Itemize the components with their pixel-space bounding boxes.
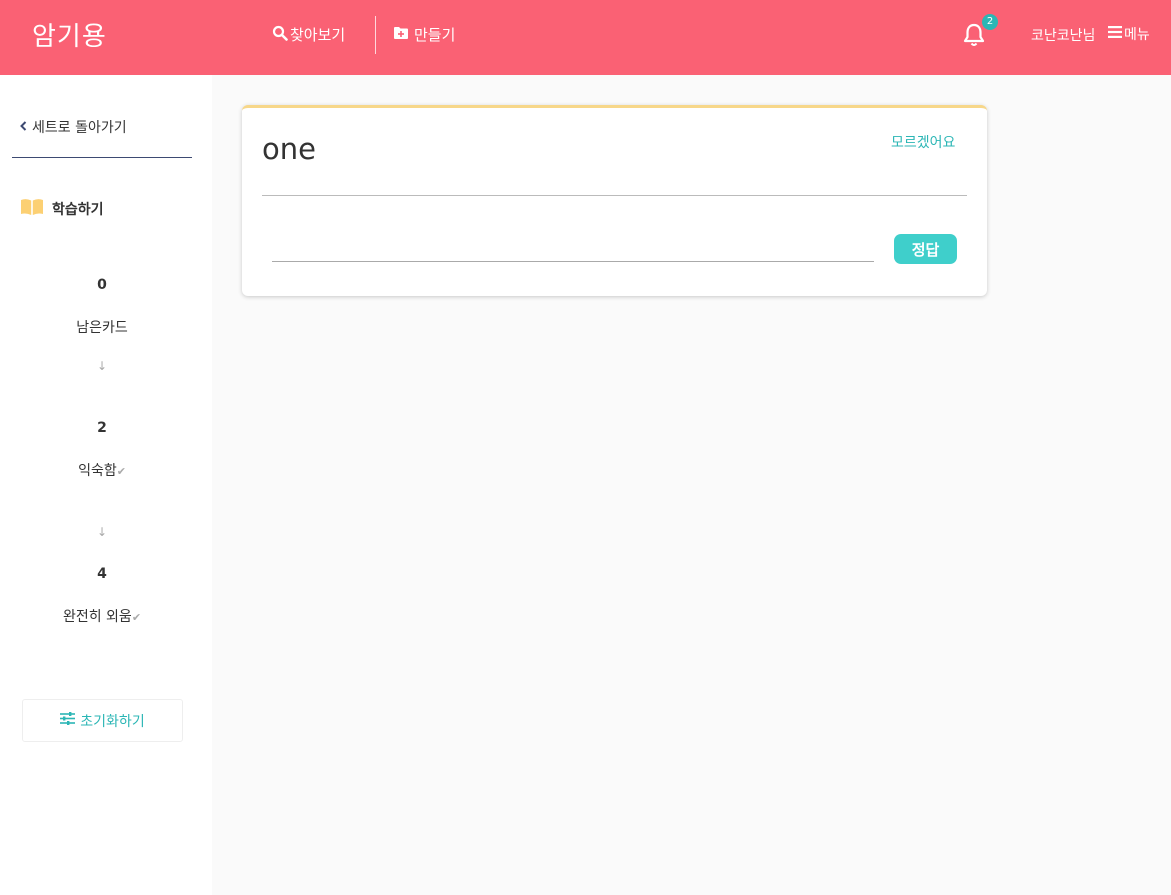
menu-button[interactable]: 메뉴	[1108, 24, 1150, 44]
answer-button[interactable]: 정답	[894, 234, 957, 264]
menu-label: 메뉴	[1124, 27, 1150, 43]
arrow-down-icon: ↓	[96, 359, 108, 373]
memorized-count: 4	[97, 566, 107, 582]
logo[interactable]: 암기용	[32, 16, 107, 53]
study-mode-text: 학습하기	[52, 202, 104, 218]
memorized-label-row: 완전히 외움✔	[0, 606, 204, 626]
familiar-count: 2	[97, 420, 107, 436]
remaining-count: 0	[97, 277, 107, 293]
sidebar: 세트로 돌아가기 학습하기 0 남은카드 ↓ 2 익숙함✔ ↓ 4 완전히 외움…	[0, 75, 212, 895]
hamburger-icon	[1108, 26, 1122, 42]
bell-icon	[962, 23, 986, 52]
back-to-set-label: 세트로 돌아가기	[32, 120, 127, 136]
reset-button[interactable]: 초기화하기	[22, 699, 183, 742]
sidebar-divider	[12, 157, 192, 158]
notification-badge: 2	[982, 14, 998, 30]
back-to-set-link[interactable]: 세트로 돌아가기	[20, 117, 127, 137]
user-name[interactable]: 코난코난님	[1031, 25, 1095, 45]
nav-divider	[375, 16, 376, 54]
familiar-label-row: 익숙함✔	[0, 460, 204, 480]
arrow-down-icon: ↓	[96, 525, 108, 539]
dont-know-link[interactable]: 모르겠어요	[891, 132, 955, 152]
notification-bell-button[interactable]: 2	[962, 14, 998, 48]
nav-create-label: 만들기	[414, 26, 456, 44]
double-check-icon: ✔	[131, 611, 142, 624]
card-word: one	[262, 132, 316, 166]
search-icon	[272, 25, 288, 45]
card-divider	[262, 195, 967, 196]
flashcard: one 모르겠어요 정답	[242, 105, 987, 296]
familiar-label: 익숙함	[78, 463, 117, 479]
nav-browse-label: 찾아보기	[290, 26, 346, 44]
nav-browse-link[interactable]: 찾아보기	[272, 24, 345, 45]
memorized-label: 완전히 외움	[62, 609, 132, 625]
answer-input[interactable]	[272, 236, 874, 262]
reset-label: 초기화하기	[80, 713, 145, 730]
study-mode-label: 학습하기	[20, 198, 104, 220]
sliders-icon	[60, 712, 76, 729]
chevron-left-icon	[20, 119, 27, 135]
book-open-icon	[20, 198, 44, 220]
nav-create-link[interactable]: 만들기	[393, 24, 455, 45]
check-icon: ✔	[116, 465, 126, 478]
remaining-label: 남은카드	[76, 320, 128, 336]
folder-plus-icon	[393, 26, 409, 44]
top-header: 암기용 찾아보기 만들기 2 코난코난님 메뉴	[0, 0, 1171, 75]
